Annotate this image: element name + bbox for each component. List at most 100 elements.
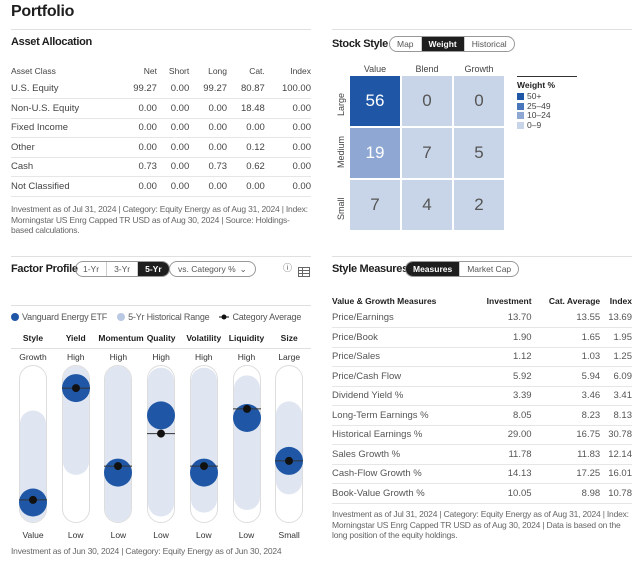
table-row: U.S. Equity 99.27 0.00 99.27 80.87 100.00: [11, 79, 311, 99]
fund-dot-icon: [11, 313, 19, 321]
cell-value: 0.00: [189, 176, 228, 197]
cell-value: 17.25: [531, 464, 601, 484]
info-icon[interactable]: ⓘ: [283, 261, 292, 274]
category-average-marker: [29, 495, 37, 504]
style-box-cell: 5: [454, 128, 504, 178]
cell-value: 80.87: [227, 79, 265, 99]
style-box-cell: 0: [402, 76, 452, 126]
cell-value: 0.62: [227, 157, 265, 177]
cell-value: 16.75: [531, 425, 601, 445]
factor-name: Volatility: [186, 333, 222, 343]
table-row: Fixed Income 0.00 0.00 0.00 0.00 0.00: [11, 118, 311, 138]
factor-low-label: Value: [22, 530, 44, 540]
page-title: Portfolio: [11, 3, 75, 20]
table-row: Cash-Flow Growth % 14.13 17.25 16.01: [332, 464, 632, 484]
factor-high-label: High: [109, 352, 128, 362]
row-label: U.S. Equity: [11, 79, 120, 99]
cell-value: 6.09: [600, 366, 632, 387]
category-average-marker: [71, 384, 80, 393]
cell-value: 0.73: [119, 157, 157, 177]
weight-legend-title: Weight %: [517, 80, 556, 90]
row-label: Price/Book: [332, 327, 472, 348]
style-column-label: Value: [363, 64, 387, 74]
historical-range-bar: [105, 366, 132, 522]
cell-value: 0.00: [119, 118, 157, 138]
tab-map[interactable]: Map: [390, 37, 422, 51]
tab-historical[interactable]: Historical: [465, 37, 514, 51]
column-header: Asset Class: [11, 66, 56, 76]
category-average-marker: [199, 462, 208, 471]
factor-track: [19, 365, 47, 523]
style-row-label: Large: [336, 92, 346, 116]
legend-category: Category Average: [219, 312, 301, 322]
factor-track: [104, 365, 133, 523]
column-header: Investment: [486, 295, 532, 306]
cell-value: 12.14: [600, 444, 632, 465]
fund-marker: [147, 401, 176, 430]
table-row: Sales Growth % 11.78 11.83 12.14: [332, 444, 632, 465]
row-label: Dividend Yield %: [332, 386, 472, 406]
row-label: Historical Earnings %: [332, 425, 472, 445]
comparison-label: vs. Category %: [178, 264, 236, 274]
table-row: Price/Book 1.90 1.65 1.95: [332, 327, 632, 348]
category-average-marker: [285, 456, 294, 465]
factor-low-label: Low: [110, 530, 127, 540]
table-row: Not Classified 0.00 0.00 0.00 0.00 0.00: [11, 176, 311, 197]
factor-name: Style: [22, 333, 44, 343]
factor-low-label: Small: [278, 530, 300, 540]
tab-1yr[interactable]: 1-Yr: [76, 262, 108, 276]
tab-market-cap[interactable]: Market Cap: [460, 262, 518, 276]
row-label: Cash-Flow Growth %: [332, 464, 472, 484]
cell-value: 1.95: [600, 327, 632, 348]
style-column-label: Growth: [464, 64, 494, 74]
cell-value: 0.00: [227, 118, 265, 138]
table-row: Historical Earnings % 29.00 16.75 30.78: [332, 425, 632, 445]
cell-value: 0.00: [156, 118, 190, 138]
column-header: Cat.: [249, 66, 265, 76]
period-toggle: 1-Yr 3-Yr 5-Yr: [75, 261, 170, 277]
tab-measures[interactable]: Measures: [406, 262, 461, 276]
cell-value: 0.00: [156, 157, 190, 177]
row-label: Price/Earnings: [332, 308, 472, 328]
style-measures-title: Style Measures: [332, 263, 408, 275]
row-label: Price/Sales: [332, 347, 472, 367]
table-view-icon[interactable]: [298, 264, 310, 282]
row-label: Cash: [11, 157, 120, 177]
row-label: Not Classified: [11, 176, 120, 197]
cell-value: 8.23: [531, 405, 601, 426]
column-header: Net: [143, 66, 157, 76]
factor-low-label: Low: [67, 530, 84, 540]
table-row: Cash 0.73 0.00 0.73 0.62 0.00: [11, 157, 311, 177]
asset-allocation-title: Asset Allocation: [11, 36, 92, 48]
divider: [11, 305, 311, 306]
asset-allocation-table: Asset Class Net Short Long Cat. Index U.S. Eq…: [11, 63, 311, 197]
cell-value: 0.00: [156, 98, 190, 119]
cell-value: 99.27: [189, 79, 228, 99]
column-header: Cat. Average: [548, 295, 601, 306]
row-label: Sales Growth %: [332, 444, 472, 465]
historical-range-bar: [233, 375, 260, 510]
cell-value: 0.00: [264, 118, 311, 138]
factor-track: [147, 365, 176, 523]
style-box-cell: 56: [350, 76, 400, 126]
table-row: Dividend Yield % 3.39 3.46 3.41: [332, 386, 632, 406]
table-row: Other 0.00 0.00 0.00 0.12 0.00: [11, 137, 311, 158]
cell-value: 0.00: [264, 157, 311, 177]
asset-allocation-note: Investment as of Jul 31, 2024 | Category…: [11, 204, 308, 235]
cell-value: 0.12: [227, 137, 265, 158]
comparison-dropdown[interactable]: vs. Category % ⌄: [169, 261, 256, 277]
tab-5yr[interactable]: 5-Yr: [138, 262, 169, 276]
divider: [332, 29, 632, 30]
cell-value: 100.00: [264, 79, 311, 99]
cell-value: 18.48: [227, 98, 265, 119]
cell-value: 0.73: [189, 157, 228, 177]
legend-fund: Vanguard Energy ETF: [11, 312, 107, 322]
cell-value: 5.92: [471, 366, 532, 387]
factor-track: [189, 365, 218, 523]
tab-3yr[interactable]: 3-Yr: [107, 262, 139, 276]
cell-value: 0.00: [156, 79, 190, 99]
cell-value: 0.00: [227, 176, 265, 197]
tab-weight[interactable]: Weight: [421, 37, 465, 51]
column-header: Short: [168, 66, 190, 76]
table-row: Price/Cash Flow 5.92 5.94 6.09: [332, 366, 632, 387]
